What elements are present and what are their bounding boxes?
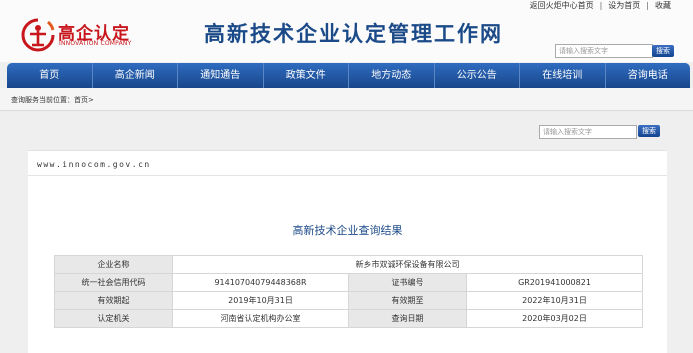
breadcrumb: 查询服务当前位置：首页> [11,95,94,105]
header-search-input[interactable]: 请输入搜索文字 [555,44,653,58]
query-date-value: 2020年03月02日 [466,309,643,328]
logo-emblem-icon [21,18,55,52]
table-row: 有效期起 2019年10月31日 有效期至 2022年10月31日 [54,291,643,310]
link-torch-home[interactable]: 返回火炬中心首页 [530,1,594,10]
breadcrumb-home[interactable]: 首页> [74,96,94,104]
breadcrumb-prefix: 查询服务当前位置： [11,96,74,104]
content-search-input[interactable]: 请输入搜索文字 [539,125,637,139]
table-row: 统一社会信用代码 91410704079448368R 证书编号 GR20194… [54,273,643,292]
certificate-number-value: GR201941000821 [466,273,643,292]
nav-item-notices[interactable]: 通知通告 [178,63,264,88]
result-table: 企业名称 新乡市双诚环保设备有限公司 统一社会信用代码 914107040794… [54,255,643,328]
query-date-label: 查询日期 [348,309,467,328]
nav-item-announcements[interactable]: 公示公告 [435,63,520,88]
link-set-homepage[interactable]: 设为首页 [608,1,640,10]
company-name-value: 新乡市双诚环保设备有限公司 [172,255,643,274]
site-domain: www.innocom.gov.cn [37,160,151,169]
nav-item-hotline[interactable]: 咨询电话 [606,63,691,88]
site-logo[interactable]: 高企认定 INNOVATION COMPANY [20,15,140,55]
divider [28,175,667,176]
separator: | [599,1,603,10]
site-title: 高新技术企业认定管理工作网 [204,21,503,46]
content-search-button[interactable]: 搜索 [638,125,660,137]
link-bookmark[interactable]: 收藏 [655,1,671,10]
separator: | [646,1,649,10]
company-name-label: 企业名称 [54,255,173,274]
breadcrumb-bar: 查询服务当前位置：首页> [0,88,693,111]
result-title: 高新技术企业查询结果 [292,224,403,237]
nav-item-policy[interactable]: 政策文件 [264,63,349,88]
logo-english: INNOVATION COMPANY [59,40,132,47]
certificate-number-label: 证书编号 [348,273,467,292]
nav-item-home[interactable]: 首页 [7,63,93,88]
nav-item-training[interactable]: 在线培训 [520,63,606,88]
credit-code-value: 91410704079448368R [172,273,349,292]
valid-from-label: 有效期起 [54,291,173,310]
authority-label: 认定机关 [54,309,173,328]
table-row: 企业名称 新乡市双诚环保设备有限公司 [54,255,643,274]
top-links: 返回火炬中心首页 | 设为首页 | 收藏 [530,0,671,11]
nav-item-news[interactable]: 高企新闻 [93,63,178,88]
main-nav: 首页 高企新闻 通知通告 政策文件 地方动态 公示公告 在线培训 咨询电话 [7,63,690,88]
valid-from-value: 2019年10月31日 [172,291,349,310]
valid-to-label: 有效期至 [348,291,467,310]
authority-value: 河南省认定机构办公室 [172,309,349,328]
credit-code-label: 统一社会信用代码 [54,273,173,292]
result-card: www.innocom.gov.cn 高新技术企业查询结果 企业名称 新乡市双诚… [28,150,667,353]
valid-to-value: 2022年10月31日 [466,291,643,310]
site-header: 返回火炬中心首页 | 设为首页 | 收藏 高企认定 INNOVATION COMPANY… [0,0,693,62]
table-row: 认定机关 河南省认定机构办公室 查询日期 2020年03月02日 [54,309,643,328]
header-search-button[interactable]: 搜索 [652,45,674,57]
nav-item-local[interactable]: 地方动态 [349,63,435,88]
